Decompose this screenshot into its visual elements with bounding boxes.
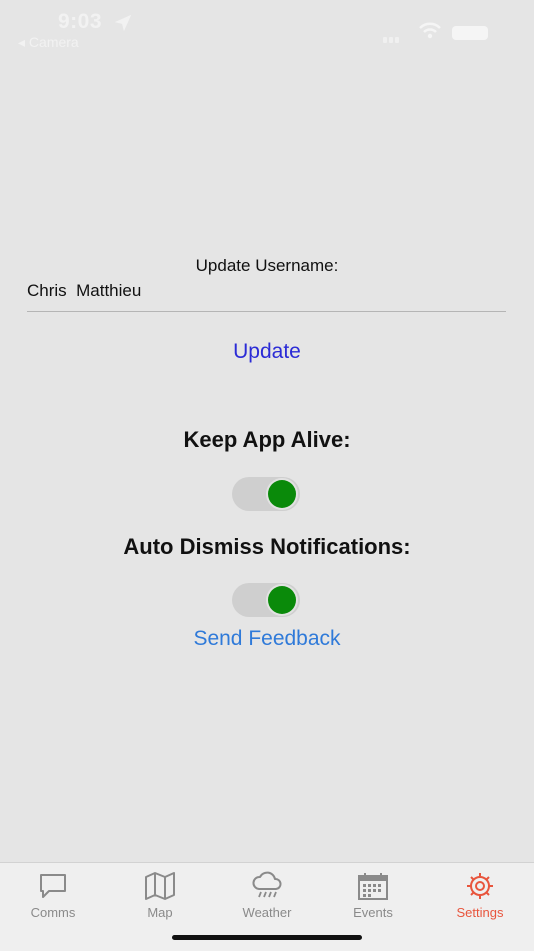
tab-label: Comms	[30, 905, 76, 920]
location-arrow-icon	[114, 14, 132, 32]
wifi-icon	[419, 22, 441, 39]
cellular-signal-icon	[383, 30, 405, 43]
auto-dismiss-notifications-toggle[interactable]	[232, 583, 300, 617]
toggle-knob	[268, 480, 296, 508]
keep-app-alive-toggle[interactable]	[232, 477, 300, 511]
gear-icon	[467, 873, 493, 899]
tab-label: Events	[353, 905, 393, 920]
toggle-knob	[268, 586, 296, 614]
tab-events[interactable]: Events	[320, 863, 426, 923]
update-username-label: Update Username:	[195, 256, 339, 275]
tab-weather[interactable]: Weather	[214, 863, 320, 923]
tab-label: Settings	[456, 905, 504, 920]
battery-icon	[452, 26, 488, 40]
keep-app-alive-label: Keep App Alive:	[183, 427, 351, 452]
calendar-icon	[358, 873, 388, 900]
username-input[interactable]	[27, 276, 506, 312]
tab-label: Weather	[242, 905, 292, 920]
send-feedback-link[interactable]: Send Feedback	[150, 624, 384, 654]
home-indicator[interactable]	[172, 935, 362, 940]
tab-map[interactable]: Map	[107, 863, 213, 923]
auto-dismiss-notifications-label: Auto Dismiss Notifications:	[123, 534, 411, 559]
cloud-rain-icon	[252, 871, 282, 898]
update-button[interactable]: Update	[187, 336, 347, 368]
tab-settings[interactable]: Settings	[427, 863, 533, 923]
tab-label: Map	[147, 905, 173, 920]
status-bar: 9:03 ◂ Camera	[0, 0, 534, 56]
tab-comms[interactable]: Comms	[0, 863, 106, 923]
chat-bubble-icon	[40, 874, 66, 898]
status-time: 9:03	[58, 10, 103, 33]
map-icon	[145, 872, 175, 900]
back-to-camera-link[interactable]: ◂ Camera	[18, 34, 79, 51]
